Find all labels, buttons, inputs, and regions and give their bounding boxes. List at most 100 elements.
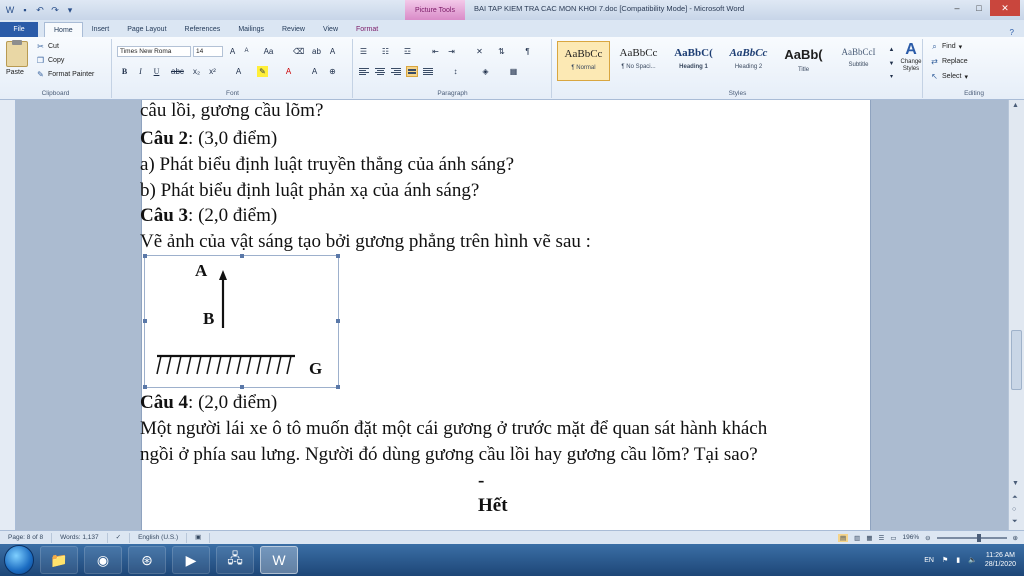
phonetic-guide-icon[interactable]: ab [311,46,322,57]
tab-home[interactable]: Home [44,22,83,37]
tab-page-layout[interactable]: Page Layout [118,22,175,37]
tab-references[interactable]: References [176,22,230,37]
show-hide-marks-icon[interactable]: ¶ [522,46,533,57]
previous-page-icon[interactable]: ⏶ [1012,494,1018,502]
input-language[interactable]: EN [924,557,934,564]
justify-button[interactable] [406,66,418,77]
select-browse-object-icon[interactable]: ○ [1012,506,1016,513]
replace-button[interactable]: ⇄ Replace [930,57,968,66]
macro-record-icon[interactable]: ▣ [187,532,211,543]
scrollbar-thumb[interactable] [1011,330,1022,390]
save-icon[interactable]: ▪ [19,4,31,16]
draft-view-icon[interactable]: ▭ [890,534,896,542]
line-spacing-icon[interactable]: ↕ [450,66,461,77]
style-no-spacing[interactable]: AaBbCc ¶ No Spaci... [612,41,665,81]
tab-format[interactable]: Format [347,22,387,37]
page-count[interactable]: Page: 8 of 8 [0,532,53,543]
word-count[interactable]: Words: 1,137 [52,532,108,543]
text-line[interactable]: a) Phát biểu định luật truyền thẳng của … [140,152,514,177]
style-title[interactable]: AaBb( Title [777,41,830,81]
tray-flag-icon[interactable]: ⚑ [942,556,948,564]
print-layout-view-icon[interactable]: ▤ [838,533,849,542]
clear-format-icon[interactable]: ⌫ [293,46,304,57]
web-layout-icon[interactable]: ▦ [866,534,872,542]
text-line[interactable]: b) Phát biểu định luật phản xạ của ánh s… [140,178,479,203]
text-line[interactable]: câu lồi, gương cầu lõm? [140,100,323,123]
italic-button[interactable]: I [135,66,146,77]
tab-mailings[interactable]: Mailings [229,22,273,37]
font-size-select[interactable]: 14 [193,46,223,57]
paste-icon[interactable] [6,40,28,67]
style-normal[interactable]: AaBbCc ¶ Normal [557,41,610,81]
text-effects-icon[interactable]: A [233,66,244,77]
highlight-color-icon[interactable]: ✎ [257,66,268,77]
decrease-indent-icon[interactable]: ⇤ [430,46,441,57]
maximize-button[interactable]: □ [968,0,990,16]
outline-view-icon[interactable]: ☰ [878,534,884,542]
bullets-icon[interactable]: ☰ [358,46,369,57]
app-icon[interactable]: ⊛ [128,546,166,574]
select-button[interactable]: ↖ Select ▾ [930,72,968,81]
change-case-icon[interactable]: Aa [263,46,274,57]
vertical-scrollbar[interactable]: ▲ ▼ ⏶ ○ ⏷ [1008,100,1024,530]
change-styles-button[interactable]: A Change Styles [899,41,923,73]
zoom-in-icon[interactable]: ⊕ [1013,534,1018,542]
distributed-button[interactable] [422,66,434,77]
copy-button[interactable]: ❐ Copy [36,56,64,65]
proofing-icon[interactable]: ✓ [108,532,131,543]
media-player-icon[interactable]: ▶ [172,546,210,574]
underline-button[interactable]: U [151,66,162,77]
styles-scroll-up-icon[interactable]: ▲ [886,45,897,56]
bold-button[interactable]: B [119,66,130,77]
sort-icon[interactable]: ⇅ [496,46,507,57]
asian-layout-icon[interactable]: ✕ [474,46,485,57]
find-button[interactable]: ⌕ Find ▾ [930,42,962,51]
align-center-button[interactable] [374,66,386,77]
zoom-level[interactable]: 196% [902,534,919,541]
text-line[interactable]: ngồi ở phía sau lưng. Người đó dùng gươn… [140,442,758,467]
superscript-button[interactable]: x² [207,66,218,77]
zoom-out-icon[interactable]: ⊖ [925,534,930,542]
format-painter-button[interactable]: ✎ Format Painter [36,70,94,79]
font-color-icon[interactable]: A [283,66,294,77]
tab-view[interactable]: View [314,22,347,37]
word-taskbar-icon[interactable]: W [260,546,298,574]
next-page-icon[interactable]: ⏷ [1012,518,1018,526]
scroll-down-icon[interactable]: ▼ [1012,480,1019,487]
selected-picture[interactable]: A B G [143,254,340,389]
multilevel-list-icon[interactable]: ☲ [402,46,413,57]
word-icon[interactable]: W [4,4,16,16]
zoom-slider[interactable] [936,533,1007,542]
shading-icon[interactable]: ◈ [480,66,491,77]
strikethrough-button[interactable]: abc [171,66,184,77]
grow-font-icon[interactable]: A [227,46,238,57]
style-heading-2[interactable]: AaBbCc Heading 2 [722,41,775,81]
subscript-button[interactable]: x₂ [191,66,202,77]
style-heading-1[interactable]: AaBbC( Heading 1 [667,41,720,81]
align-right-button[interactable] [390,66,402,77]
close-button[interactable]: ✕ [990,0,1020,16]
file-explorer-icon[interactable]: 📁 [40,546,78,574]
paste-button[interactable]: Paste [6,69,24,76]
character-border-icon[interactable]: A [327,46,338,57]
full-screen-reading-icon[interactable]: ▥ [854,534,860,542]
document-page[interactable]: câu lồi, gương cầu lõm? Câu 2: (3,0 điểm… [140,100,871,530]
tab-insert[interactable]: Insert [83,22,119,37]
volume-icon[interactable]: 🔈 [968,556,977,564]
minimize-button[interactable]: – [946,0,968,16]
borders-icon[interactable]: ▦ [508,66,519,77]
enclose-characters-icon[interactable]: ⊕ [327,66,338,77]
cut-button[interactable]: ✂ Cut [36,42,59,51]
end-marker[interactable]: - Hết - [478,468,508,530]
shrink-font-icon[interactable]: A [241,46,252,57]
clock[interactable]: 11:26 AM 28/1/2020 [985,551,1016,569]
redo-icon[interactable]: ↷ [49,4,61,16]
text-line[interactable]: Một người lái xe ô tô muốn đặt một cái g… [140,416,767,441]
tab-file[interactable]: File [0,22,38,37]
network-icon[interactable]: ▮ [956,556,960,564]
style-subtitle[interactable]: AaBbCcI Subtitle [832,41,885,81]
text-line[interactable]: Vẽ ảnh của vật sáng tạo bởi gương phẳng … [140,229,591,254]
question-4-heading[interactable]: Câu 4: (2,0 điểm) [140,390,277,415]
start-button[interactable] [4,545,34,575]
undo-icon[interactable]: ↶ [34,4,46,16]
